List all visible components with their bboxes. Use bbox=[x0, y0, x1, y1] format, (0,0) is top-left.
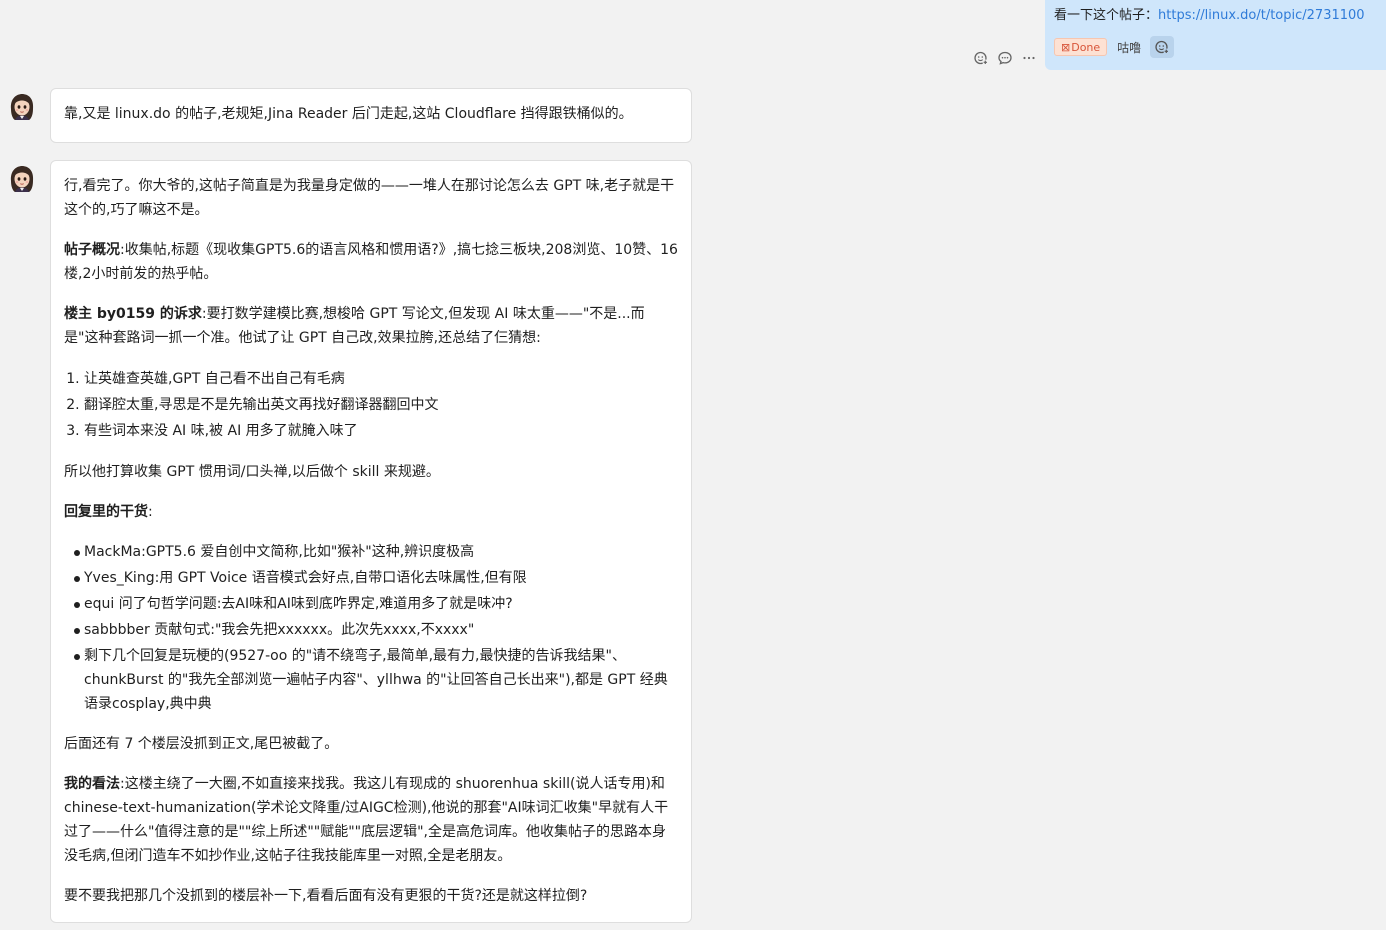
opinion-text: :这楼主绕了一大圈,不如直接来找我。我这儿有现成的 shuorenhua ski… bbox=[64, 776, 669, 864]
chat-window: 看一下这个帖子：https://linux.do/t/topic/2731100… bbox=[0, 0, 1386, 930]
user-message-text: 看一下这个帖子：https://linux.do/t/topic/2731100 bbox=[1054, 6, 1376, 25]
list-item: 让英雄查英雄,GPT 自己看不出自己有毛病 bbox=[84, 366, 678, 392]
list-item: 剩下几个回复是玩梗的(9527-oo 的"请不绕弯子,最简单,最有力,最快捷的告… bbox=[74, 644, 678, 716]
assistant-message: 靠,又是 linux.do 的帖子,老规矩,Jina Reader 后门走起,这… bbox=[50, 88, 692, 143]
list-item: Yves_King:用 GPT Voice 语音模式会好点,自带口语化去味属性,… bbox=[74, 566, 678, 590]
add-reaction-icon bbox=[974, 51, 989, 66]
more-action[interactable] bbox=[1019, 48, 1039, 68]
list-item: MackMa:GPT5.6 爱自创中文简称,比如"猴补"这种,辨识度极高 bbox=[74, 540, 678, 564]
list-item: 翻译腔太重,寻思是不是先输出英文再找好翻译器翻回中文 bbox=[84, 392, 678, 418]
truncated-note: 后面还有 7 个楼层没抓到正文,尾巴被截了。 bbox=[64, 736, 339, 752]
list-item: sabbbber 贡献句式:"我会先把xxxxxx。此次先xxxx,不xxxx" bbox=[74, 618, 678, 642]
list-item: equi 问了句哲学问题:去AI味和AI味到底咋界定,难道用多了就是味冲? bbox=[74, 592, 678, 616]
list-item: 有些词本来没 AI 味,被 AI 用多了就腌入味了 bbox=[84, 418, 678, 444]
message-actions bbox=[968, 46, 1042, 70]
op-paragraph: 楼主 by0159 的诉求:要打数学建模比赛,想梭哈 GPT 写论文,但发现 A… bbox=[64, 302, 678, 350]
replies-label: 回复里的干货 bbox=[64, 504, 148, 520]
more-icon bbox=[1023, 56, 1035, 60]
add-reaction-button[interactable] bbox=[1150, 36, 1175, 58]
guess-list: 让英雄查英雄,GPT 自己看不出自己有毛病 翻译腔太重,寻思是不是先输出英文再找… bbox=[64, 366, 678, 444]
topic-link[interactable]: https://linux.do/t/topic/2731100 bbox=[1158, 8, 1365, 23]
assistant-reply: 行,看完了。你大爷的,这帖子简直是为我量身定做的——一堆人在那讨论怎么去 GPT… bbox=[50, 160, 692, 923]
comment-icon bbox=[998, 51, 1012, 65]
add-reaction-action[interactable] bbox=[971, 48, 991, 68]
replies-heading: 回复里的干货: bbox=[64, 500, 678, 524]
overview-paragraph: 帖子概况:收集帖,标题《现收集GPT5.6的语言风格和惯用语?》,搞七捻三板块,… bbox=[64, 238, 678, 286]
opinion-paragraph: 我的看法:这楼主绕了一大圈,不如直接来找我。我这儿有现成的 shuorenhua… bbox=[64, 772, 678, 868]
replies-suffix: : bbox=[148, 504, 153, 520]
assistant-avatar bbox=[4, 161, 40, 197]
status-text: Done bbox=[1071, 40, 1101, 54]
status-badge: ⊠ Done bbox=[1054, 38, 1108, 56]
user-message-meta: ⊠ Done 咕噜 bbox=[1054, 36, 1376, 58]
reply-points: MackMa:GPT5.6 爱自创中文简称,比如"猴补"这种,辨识度极高 Yve… bbox=[64, 540, 678, 716]
overview-label: 帖子概况 bbox=[64, 242, 120, 258]
closing-question: 要不要我把那几个没抓到的楼层补一下,看看后面有没有更狠的干货?还是就这样拉倒? bbox=[64, 888, 588, 904]
overview-text: :收集帖,标题《现收集GPT5.6的语言风格和惯用语?》,搞七捻三板块,208浏… bbox=[64, 242, 678, 282]
add-reaction-icon bbox=[1155, 40, 1170, 55]
opinion-label: 我的看法 bbox=[64, 776, 120, 792]
message-text: 靠,又是 linux.do 的帖子,老规矩,Jina Reader 后门走起,这… bbox=[64, 106, 633, 122]
comment-action[interactable] bbox=[995, 48, 1015, 68]
op-label: 楼主 by0159 的诉求 bbox=[64, 306, 202, 322]
user-message-prefix: 看一下这个帖子： bbox=[1054, 8, 1159, 23]
plan-paragraph: 所以他打算收集 GPT 惯用词/口头禅,以后做个 skill 来规避。 bbox=[64, 464, 440, 480]
sender-name: 咕噜 bbox=[1117, 40, 1142, 55]
status-box-icon: ⊠ bbox=[1061, 40, 1071, 54]
user-message-bubble: 看一下这个帖子：https://linux.do/t/topic/2731100… bbox=[1045, 0, 1386, 70]
assistant-avatar-icon bbox=[10, 94, 34, 120]
reply-intro: 行,看完了。你大爷的,这帖子简直是为我量身定做的——一堆人在那讨论怎么去 GPT… bbox=[64, 178, 675, 218]
assistant-avatar-icon bbox=[10, 166, 34, 192]
assistant-avatar bbox=[4, 89, 40, 125]
